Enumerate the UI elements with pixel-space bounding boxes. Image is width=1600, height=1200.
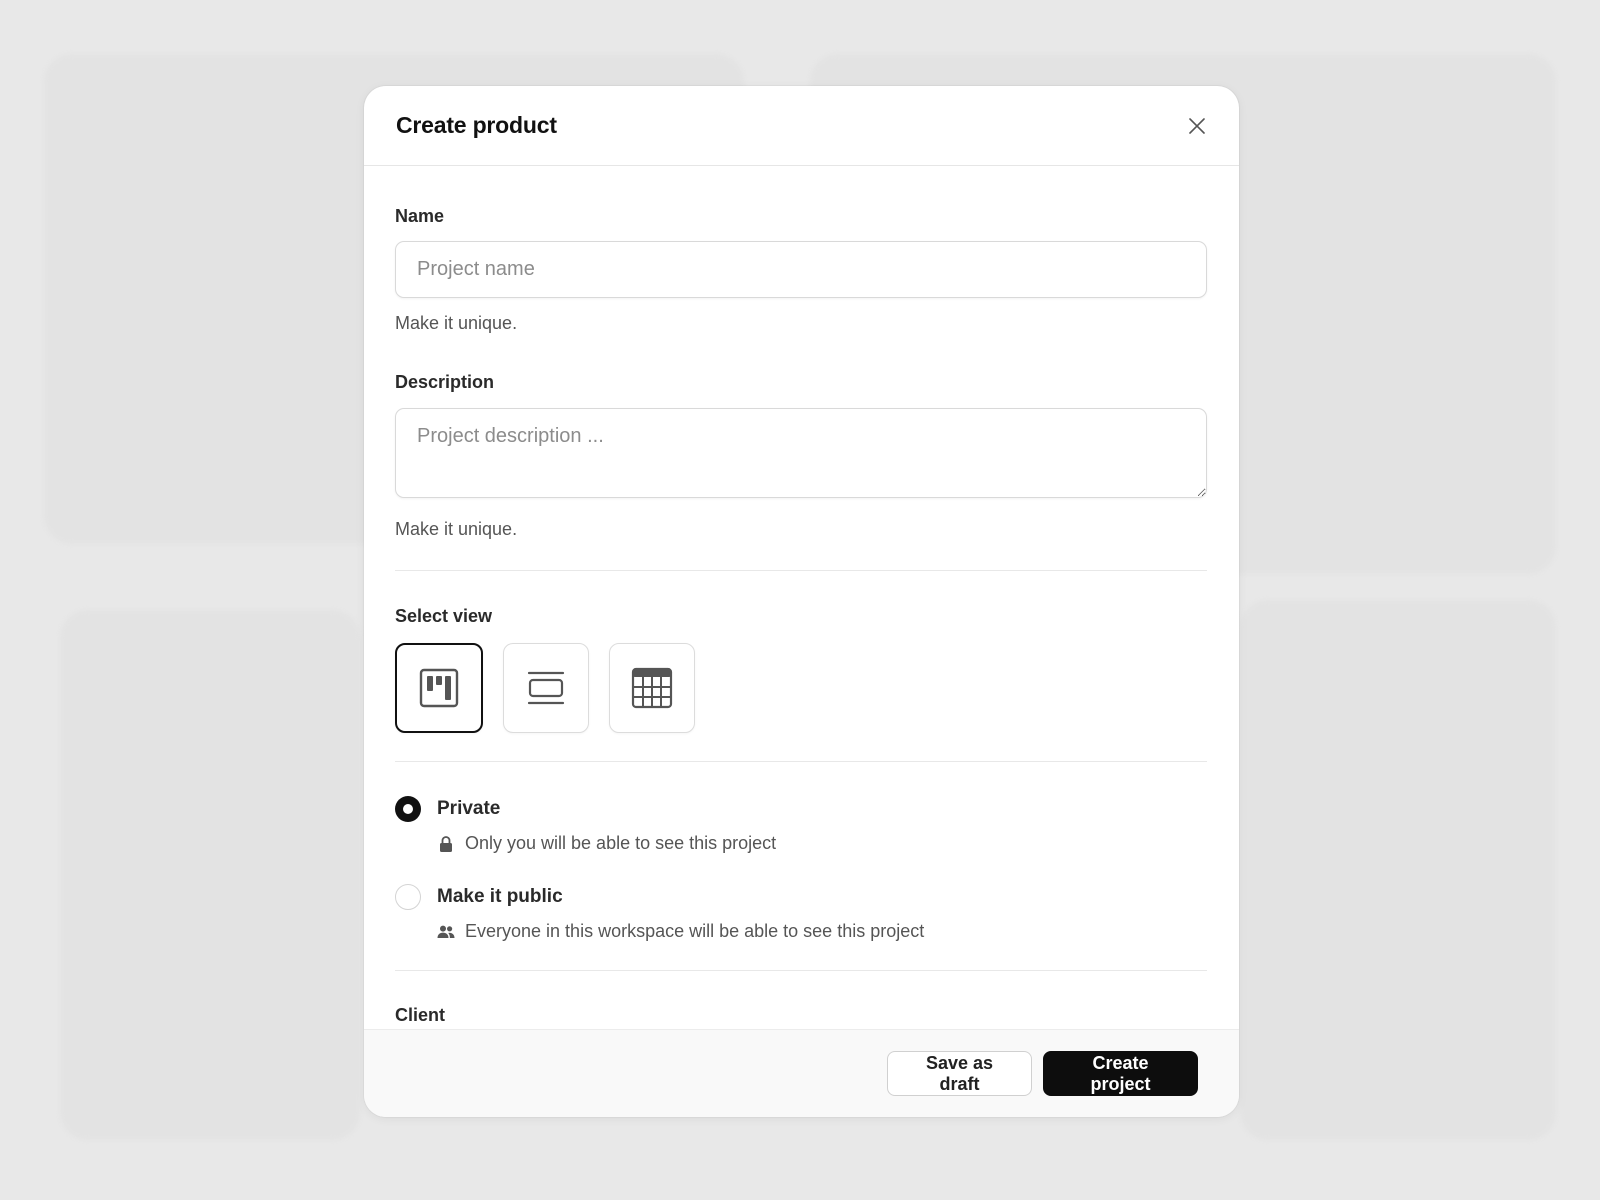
background-card	[60, 610, 360, 1140]
private-radio[interactable]	[395, 796, 421, 822]
lock-icon	[440, 835, 452, 852]
name-label: Name	[395, 206, 445, 226]
visibility-radio-group: Private Only you will be able to see thi…	[395, 796, 1208, 942]
visibility-option-private: Private Only you will be able to see thi…	[395, 796, 1208, 854]
private-label: Private	[437, 798, 501, 819]
public-description-text: Everyone in this workspace will be able …	[465, 921, 925, 941]
public-label: Make it public	[437, 886, 563, 907]
description-textarea[interactable]	[395, 408, 1207, 498]
create-product-dialog: Create product Name Make it unique. Desc…	[364, 86, 1239, 1117]
view-selector	[395, 643, 1208, 733]
view-option-list[interactable]	[503, 643, 589, 733]
kanban-board-icon	[419, 668, 459, 708]
dialog-footer: Save as draft Create project	[364, 1029, 1239, 1117]
save-draft-button[interactable]: Save as draft	[887, 1051, 1032, 1096]
name-input[interactable]	[395, 241, 1207, 298]
close-icon	[1189, 117, 1205, 134]
list-view-icon	[527, 671, 565, 705]
visibility-option-public: Make it public Everyone in this workspac…	[395, 884, 1208, 942]
client-label: Client	[395, 1005, 446, 1025]
name-hint: Make it unique.	[395, 313, 518, 333]
users-icon	[437, 925, 455, 938]
section-divider	[395, 970, 1207, 971]
view-option-table[interactable]	[609, 643, 695, 733]
description-hint: Make it unique.	[395, 519, 518, 539]
private-description: Only you will be able to see this projec…	[437, 833, 1208, 854]
section-divider	[395, 761, 1207, 762]
private-description-text: Only you will be able to see this projec…	[465, 833, 777, 853]
table-view-icon	[631, 667, 673, 709]
close-button[interactable]	[1183, 112, 1211, 140]
description-label: Description	[395, 372, 495, 392]
select-view-label: Select view	[395, 606, 493, 626]
private-radio-row[interactable]: Private	[395, 796, 1208, 822]
public-description: Everyone in this workspace will be able …	[437, 921, 1208, 942]
view-option-board[interactable]	[395, 643, 483, 733]
section-divider	[395, 570, 1207, 571]
public-radio[interactable]	[395, 884, 421, 910]
background-card	[1240, 600, 1556, 1140]
public-radio-row[interactable]: Make it public	[395, 884, 1208, 910]
dialog-body: Name Make it unique. Description Make it…	[364, 206, 1239, 1026]
dialog-title: Create product	[396, 112, 557, 138]
create-project-button[interactable]: Create project	[1043, 1051, 1198, 1096]
dialog-header: Create product	[364, 86, 1239, 166]
